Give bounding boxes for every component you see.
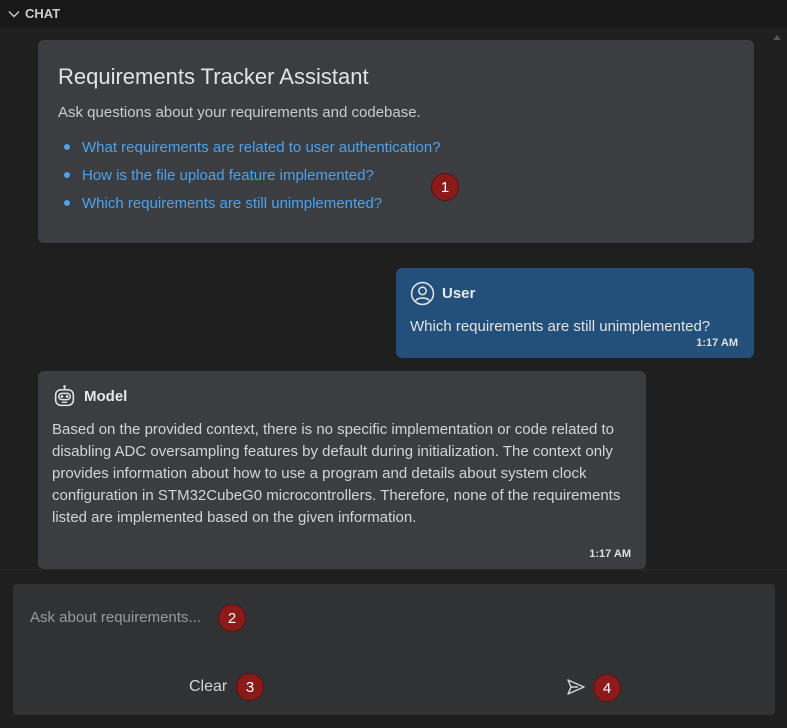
chevron-down-icon [8,10,20,17]
annotation-marker: 3 [236,673,264,701]
welcome-description: Ask questions about your requirements an… [58,104,421,121]
model-message-text: Based on the provided context, there is … [52,421,621,526]
send-icon [567,679,585,695]
chat-input-section: Clear 2 3 4 [0,569,787,728]
user-sender-label: User [442,285,476,302]
annotation-marker: 4 [593,674,621,702]
model-message: Model Based on the provided context, the… [38,371,646,569]
user-message: User Which requirements are still unimpl… [396,268,754,358]
user-avatar-icon [410,281,435,306]
suggestion-list: What requirements are related to user au… [58,133,734,217]
chat-input[interactable] [13,584,775,650]
bullet-icon [64,200,70,206]
suggestion-item[interactable]: Which requirements are still unimplement… [64,189,734,217]
send-button[interactable] [564,676,588,698]
user-message-text: Which requirements are still unimplement… [410,318,711,335]
suggestion-item[interactable]: How is the file upload feature implement… [64,161,734,189]
welcome-title: Requirements Tracker Assistant [58,64,369,89]
suggestion-label[interactable]: How is the file upload feature implement… [82,167,374,184]
chat-panel-header[interactable]: CHAT [0,0,787,27]
chat-messages-area[interactable]: Requirements Tracker Assistant Ask quest… [0,27,787,569]
suggestion-label[interactable]: What requirements are related to user au… [82,139,441,156]
scroll-up-arrow[interactable] [773,35,781,40]
suggestion-label[interactable]: Which requirements are still unimplement… [82,195,382,212]
chat-input-box: Clear [13,584,775,715]
clear-button[interactable]: Clear [189,674,227,700]
user-message-time: 1:17 AM [696,337,738,349]
bullet-icon [64,172,70,178]
annotation-marker: 1 [431,173,459,201]
model-sender-label: Model [84,388,128,405]
bullet-icon [64,144,70,150]
model-message-header: Model [52,384,632,409]
panel-title: CHAT [25,6,61,21]
user-message-header: User [410,281,740,306]
robot-icon [54,385,75,407]
annotation-marker: 2 [218,604,246,632]
suggestion-item[interactable]: What requirements are related to user au… [64,133,734,161]
welcome-card: Requirements Tracker Assistant Ask quest… [38,40,754,243]
model-message-time: 1:17 AM [589,548,631,560]
